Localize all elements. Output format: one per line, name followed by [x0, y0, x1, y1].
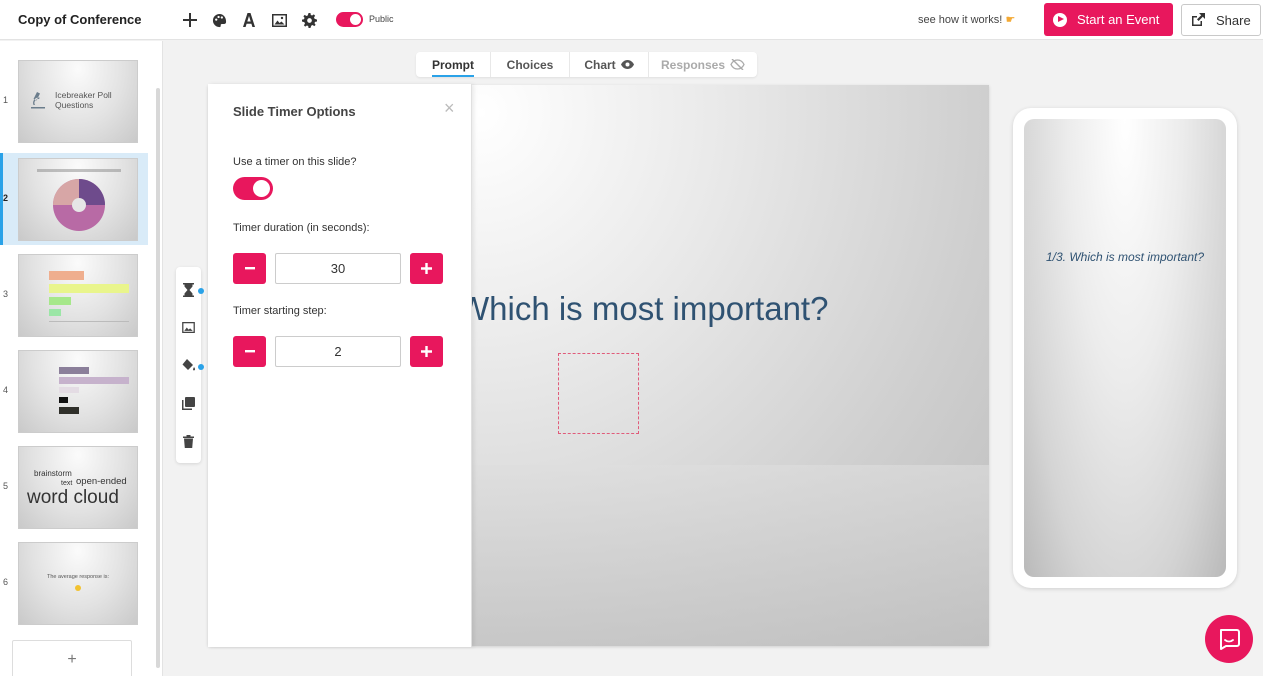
tab-responses[interactable]: Responses: [649, 52, 757, 77]
slide-thumbnail: [18, 350, 138, 433]
slide-thumb-5[interactable]: 5 brainstorm open-ended text word cloud: [0, 441, 148, 533]
duration-input[interactable]: [275, 253, 401, 284]
plus-icon: [421, 263, 432, 274]
how-it-works-text: see how it works!: [918, 14, 1003, 26]
add-slide-button[interactable]: +: [12, 640, 132, 676]
document-title[interactable]: Copy of Conference: [18, 12, 142, 27]
start-step-input[interactable]: [275, 336, 401, 367]
duration-decrement-button[interactable]: [233, 253, 266, 284]
slide-thumb-2[interactable]: 2: [0, 153, 148, 245]
use-timer-label: Use a timer on this slide?: [233, 156, 357, 168]
panel-title: Slide Timer Options: [233, 104, 356, 119]
start-event-label: Start an Event: [1077, 12, 1160, 27]
share-label: Share: [1216, 12, 1251, 28]
close-icon[interactable]: ×: [444, 98, 455, 119]
word-cloud-word: text: [61, 480, 73, 487]
microscope-icon: [31, 92, 45, 109]
chat-icon: [1220, 629, 1240, 650]
public-label: Public: [369, 14, 394, 24]
slide-number: 6: [3, 577, 9, 587]
slide-thumbnail: [18, 254, 138, 337]
donut-chart-thumb: [53, 179, 105, 231]
slide-thumbnail: The average response is:: [18, 542, 138, 625]
tab-choices[interactable]: Choices: [491, 52, 570, 77]
slide-number: 5: [3, 481, 9, 491]
font-icon[interactable]: [239, 10, 259, 30]
duration-label: Timer duration (in seconds):: [233, 222, 370, 234]
slide-list: 1 Icebreaker Poll Questions 2 3 4 5 brai…: [0, 41, 163, 676]
chat-button[interactable]: [1205, 615, 1253, 663]
image-placeholder[interactable]: [558, 353, 639, 434]
minus-icon: [244, 350, 255, 353]
image-icon[interactable]: [269, 10, 289, 30]
word-cloud-word: brainstorm: [34, 469, 72, 478]
share-icon: [1192, 13, 1205, 26]
mobile-preview-screen: 1/3. Which is most important?: [1024, 119, 1226, 577]
share-button[interactable]: Share: [1181, 4, 1261, 36]
copy-icon[interactable]: [181, 396, 196, 411]
gear-icon[interactable]: [299, 10, 319, 30]
public-toggle[interactable]: [336, 12, 363, 27]
how-it-works-link[interactable]: see how it works! ☛: [918, 13, 1015, 26]
step-decrement-button[interactable]: [233, 336, 266, 367]
slide-side-toolbar: [176, 267, 204, 463]
background-active-dot: [198, 364, 204, 370]
slide-thumbnail: [18, 158, 138, 241]
step-increment-button[interactable]: [410, 336, 443, 367]
tab-label: Responses: [660, 57, 726, 72]
use-timer-toggle[interactable]: [233, 177, 273, 200]
editor-tabs: Prompt Choices Chart Responses: [416, 52, 757, 77]
slide-thumb-text: The average response is:: [46, 574, 110, 580]
play-icon: [1053, 12, 1067, 27]
mobile-preview-question: 1/3. Which is most important?: [1045, 250, 1205, 264]
add-icon[interactable]: [180, 10, 200, 30]
eye-icon: [620, 60, 634, 69]
slide-number: 2: [3, 193, 9, 203]
start-event-button[interactable]: Start an Event: [1044, 3, 1173, 36]
background-image-icon[interactable]: [181, 320, 196, 335]
top-bar: Copy of Conference Public see how it wor…: [0, 0, 1263, 40]
slide-thumb-6[interactable]: 6 The average response is:: [0, 537, 148, 629]
palette-icon[interactable]: [209, 10, 229, 30]
trash-icon[interactable]: [181, 434, 196, 449]
tab-chart[interactable]: Chart: [570, 52, 649, 77]
slide-thumb-1[interactable]: 1 Icebreaker Poll Questions: [0, 55, 148, 147]
hourglass-icon[interactable]: [181, 282, 196, 297]
tab-label: Prompt: [432, 58, 474, 77]
slide-question[interactable]: Which is most important?: [458, 290, 828, 328]
slide-number: 4: [3, 385, 9, 395]
eye-slash-icon: [730, 59, 745, 70]
slide-number: 3: [3, 289, 9, 299]
word-cloud-word: open-ended: [76, 476, 127, 487]
pointing-hand-icon: ☛: [1005, 14, 1016, 26]
mobile-preview: 1/3. Which is most important?: [1013, 108, 1237, 588]
start-step-label: Timer starting step:: [233, 305, 327, 317]
slide-thumbnail: Icebreaker Poll Questions: [18, 60, 138, 143]
tab-label: Choices: [506, 57, 554, 72]
slide-list-scrollbar[interactable]: [156, 88, 160, 668]
slide-thumbnail: brainstorm open-ended text word cloud: [18, 446, 138, 529]
minus-icon: [244, 267, 255, 270]
tab-label: Chart: [584, 57, 616, 72]
tab-prompt[interactable]: Prompt: [416, 52, 491, 77]
plus-icon: [421, 346, 432, 357]
slide-number: 1: [3, 95, 9, 105]
timer-active-dot: [198, 288, 204, 294]
duration-increment-button[interactable]: [410, 253, 443, 284]
paint-bucket-icon[interactable]: [181, 358, 196, 373]
word-cloud-word: word cloud: [27, 487, 119, 508]
slide-thumb-4[interactable]: 4: [0, 345, 148, 437]
slide-timer-panel: Slide Timer Options × Use a timer on thi…: [208, 84, 472, 647]
slide-thumb-3[interactable]: 3: [0, 249, 148, 341]
slide-thumb-title: Icebreaker Poll Questions: [55, 90, 112, 110]
